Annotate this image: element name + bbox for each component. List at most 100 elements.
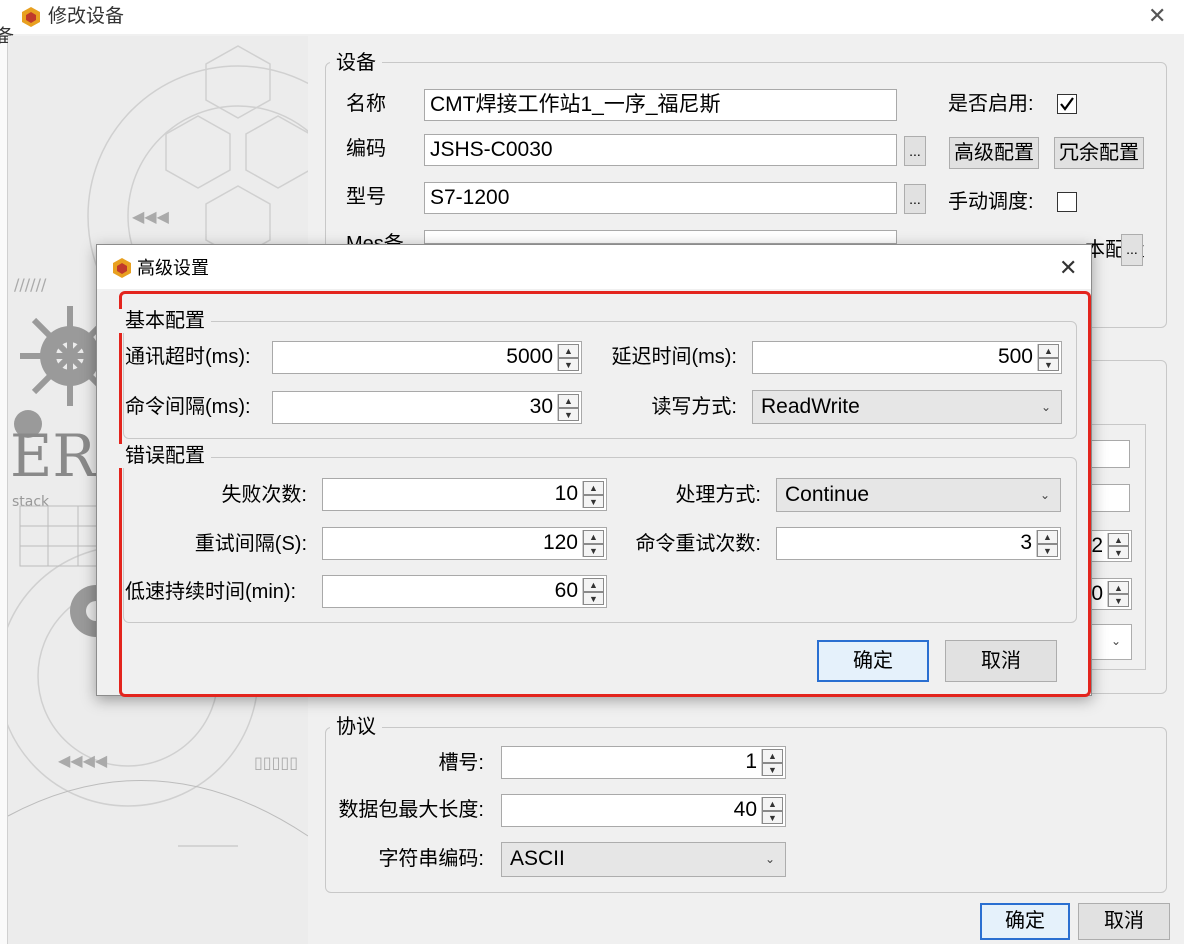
spin-up-icon[interactable]: ▲: [558, 344, 579, 358]
name-input[interactable]: CMT焊接工作站1_一序_福尼斯: [424, 89, 897, 121]
hidden-spin-1[interactable]: 2 ▲ ▼: [1090, 530, 1132, 562]
manual-schedule-checkbox[interactable]: [1057, 192, 1077, 212]
retry-interval-spin-arrows[interactable]: ▲ ▼: [582, 530, 604, 557]
handling-value: Continue: [785, 483, 870, 506]
spin-down-icon[interactable]: ▼: [762, 810, 783, 824]
spin-up-icon[interactable]: ▲: [1037, 530, 1058, 544]
hidden-input-2[interactable]: [1090, 484, 1130, 512]
spin-down-icon[interactable]: ▼: [762, 762, 783, 776]
spin-up-icon[interactable]: ▲: [1108, 581, 1129, 594]
max-packet-spinbox[interactable]: 40 ▲ ▼: [501, 794, 786, 827]
slot-spin-arrows[interactable]: ▲ ▼: [761, 749, 783, 776]
dialog-title: 高级设置: [137, 258, 209, 278]
rw-mode-select[interactable]: ReadWrite ⌄: [752, 390, 1062, 424]
dialog-cancel-button[interactable]: 取消: [945, 640, 1057, 682]
slot-value: 1: [745, 750, 757, 773]
slot-spinbox[interactable]: 1 ▲ ▼: [501, 746, 786, 779]
delay-label: 延迟时间(ms):: [611, 346, 737, 368]
retry-interval-spinbox[interactable]: 120 ▲ ▼: [322, 527, 607, 560]
cmd-retry-spin-arrows[interactable]: ▲ ▼: [1036, 530, 1058, 557]
dialog-ok-button[interactable]: 确定: [817, 640, 929, 682]
hidden-spin-2-arrows[interactable]: ▲ ▼: [1107, 581, 1129, 607]
checkmark-icon: [1060, 97, 1074, 111]
svg-text:▯▯▯▯▯: ▯▯▯▯▯: [254, 753, 298, 772]
low-speed-label: 低速持续时间(min):: [125, 581, 297, 603]
advanced-config-button[interactable]: 高级配置: [949, 137, 1039, 169]
encoding-select[interactable]: ASCII ⌄: [501, 842, 786, 877]
code-browse-button[interactable]: ...: [904, 136, 926, 166]
max-packet-spin-arrows[interactable]: ▲ ▼: [761, 797, 783, 824]
interval-label: 命令间隔(ms):: [125, 396, 251, 418]
svg-text://////: //////: [14, 275, 47, 294]
code-input[interactable]: JSHS-C0030: [424, 134, 897, 166]
model-browse-button[interactable]: ...: [904, 184, 926, 214]
chevron-down-icon: ⌄: [764, 852, 775, 866]
main-cancel-button[interactable]: 取消: [1078, 903, 1170, 940]
hidden-spin-1-arrows[interactable]: ▲ ▼: [1107, 533, 1129, 559]
model-input[interactable]: S7-1200: [424, 182, 897, 214]
encoding-value: ASCII: [510, 847, 565, 870]
cmd-retry-spinbox[interactable]: 3 ▲ ▼: [776, 527, 1061, 560]
app-logo-icon: [22, 7, 40, 27]
chevron-down-icon: ⌄: [1039, 488, 1050, 502]
max-packet-value: 40: [733, 798, 757, 821]
handling-select[interactable]: Continue ⌄: [776, 478, 1061, 512]
spin-down-icon[interactable]: ▼: [1108, 594, 1129, 607]
fail-count-label: 失败次数:: [221, 484, 307, 506]
fail-count-spin-arrows[interactable]: ▲ ▼: [582, 481, 604, 508]
cmd-retry-label: 命令重试次数:: [635, 533, 761, 555]
interval-value: 30: [529, 395, 553, 418]
spin-down-icon[interactable]: ▼: [583, 494, 604, 508]
name-label: 名称: [346, 93, 386, 115]
spin-up-icon[interactable]: ▲: [1038, 344, 1059, 358]
spin-down-icon[interactable]: ▼: [558, 357, 579, 371]
spin-down-icon[interactable]: ▼: [1037, 543, 1058, 557]
spin-up-icon[interactable]: ▲: [1108, 533, 1129, 546]
spin-up-icon[interactable]: ▲: [762, 749, 783, 763]
redundant-config-button[interactable]: 冗余配置: [1054, 137, 1144, 169]
hidden-spin-2[interactable]: 0 ▲ ▼: [1090, 578, 1132, 610]
delay-spin-arrows[interactable]: ▲ ▼: [1037, 344, 1059, 371]
spin-up-icon[interactable]: ▲: [583, 530, 604, 544]
spin-up-icon[interactable]: ▲: [583, 481, 604, 495]
hidden-combo[interactable]: ⌄: [1090, 624, 1132, 660]
spin-up-icon[interactable]: ▲: [558, 394, 579, 408]
cmd-retry-value: 3: [1020, 531, 1032, 554]
timeout-value: 5000: [506, 345, 553, 368]
fail-count-value: 10: [554, 482, 578, 505]
low-speed-spin-arrows[interactable]: ▲ ▼: [582, 578, 604, 605]
spin-down-icon[interactable]: ▼: [1108, 546, 1129, 559]
encoding-label: 字符串编码:: [378, 848, 484, 870]
spin-down-icon[interactable]: ▼: [1038, 357, 1059, 371]
partial-browse-button[interactable]: ...: [1121, 234, 1143, 266]
spin-down-icon[interactable]: ▼: [558, 407, 579, 421]
delay-value: 500: [997, 345, 1033, 368]
svg-text:◀◀◀: ◀◀◀: [132, 207, 170, 226]
main-close-icon[interactable]: ✕: [1148, 3, 1166, 29]
svg-text:◀◀◀◀: ◀◀◀◀: [58, 751, 108, 770]
left-edge-strip: 备: [0, 26, 14, 944]
svg-text:ER: ER: [10, 422, 98, 490]
spin-up-icon[interactable]: ▲: [762, 797, 783, 811]
interval-spin-arrows[interactable]: ▲ ▼: [557, 394, 579, 421]
svg-text:stack: stack: [12, 494, 50, 510]
timeout-spinbox[interactable]: 5000 ▲ ▼: [272, 341, 582, 374]
fail-count-spinbox[interactable]: 10 ▲ ▼: [322, 478, 607, 511]
low-speed-value: 60: [554, 579, 578, 602]
spin-down-icon[interactable]: ▼: [583, 543, 604, 557]
mes-input[interactable]: [424, 230, 897, 244]
dialog-close-icon[interactable]: ✕: [1059, 255, 1077, 281]
handling-label: 处理方式:: [675, 484, 761, 506]
interval-spinbox[interactable]: 30 ▲ ▼: [272, 391, 582, 424]
model-label: 型号: [346, 186, 386, 208]
low-speed-spinbox[interactable]: 60 ▲ ▼: [322, 575, 607, 608]
spin-down-icon[interactable]: ▼: [583, 591, 604, 605]
spin-up-icon[interactable]: ▲: [583, 578, 604, 592]
delay-spinbox[interactable]: 500 ▲ ▼: [752, 341, 1062, 374]
rw-mode-value: ReadWrite: [761, 395, 860, 418]
hidden-input-1[interactable]: [1090, 440, 1130, 468]
enabled-checkbox[interactable]: [1057, 94, 1077, 114]
main-ok-button[interactable]: 确定: [980, 903, 1070, 940]
timeout-spin-arrows[interactable]: ▲ ▼: [557, 344, 579, 371]
max-packet-label: 数据包最大长度:: [338, 799, 484, 821]
